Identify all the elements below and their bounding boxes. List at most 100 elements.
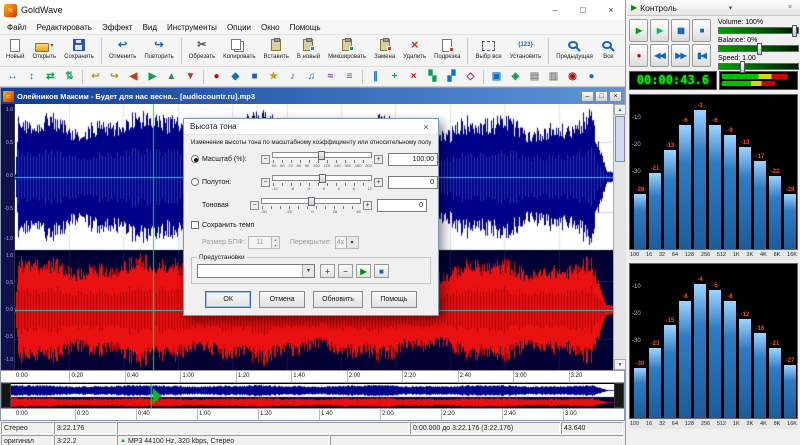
- volume-slider[interactable]: [718, 27, 799, 34]
- fast-forward-button[interactable]: ▶▶: [671, 44, 690, 67]
- tool-set-marker[interactable]: {123}Установить: [506, 36, 546, 66]
- minimize-button[interactable]: –: [541, 0, 569, 20]
- overview-timeline[interactable]: 0:000:200:401:001:201:402:002:202:403:00: [1, 408, 624, 420]
- preset-caret-icon[interactable]: ▾: [302, 265, 314, 277]
- effect-redo-zoom[interactable]: ↪: [106, 69, 123, 85]
- scale-slider[interactable]: 5060708090100120140160180200: [272, 151, 372, 168]
- effect-doppler[interactable]: ◆: [227, 69, 244, 85]
- scale-value-field[interactable]: 100.00: [388, 153, 438, 166]
- overview-left-handle[interactable]: [1, 383, 11, 408]
- scroll-up-icon[interactable]: ▲: [614, 104, 626, 115]
- update-button[interactable]: Обновить: [313, 291, 363, 308]
- wave-maximize-button[interactable]: □: [595, 91, 608, 102]
- effect-fade-out[interactable]: ▼: [182, 69, 199, 85]
- effect-fade-in[interactable]: ▲: [163, 69, 180, 85]
- tool-select-all[interactable]: Выбр все: [471, 36, 505, 66]
- vertical-scrollbar[interactable]: ▲ ▼: [613, 104, 626, 370]
- menu-item[interactable]: Инструменты: [162, 20, 222, 35]
- menu-item[interactable]: Вид: [138, 20, 162, 35]
- play-button[interactable]: ▶: [629, 19, 648, 42]
- tool-paste-new[interactable]: В новый: [293, 36, 324, 66]
- timeline-ruler[interactable]: 0:000:200:401:001:201:402:002:202:403:00…: [1, 370, 624, 382]
- help-button[interactable]: Помощь: [371, 291, 417, 308]
- overview-waveform[interactable]: [11, 384, 614, 408]
- scale-plus-button[interactable]: +: [374, 155, 383, 164]
- overlap-select[interactable]: 4x ▾: [335, 236, 359, 249]
- maximize-button[interactable]: □: [569, 0, 597, 20]
- effect-undo-zoom[interactable]: ↩: [87, 69, 104, 85]
- wave-close-button[interactable]: ×: [609, 91, 622, 102]
- overview-right-handle[interactable]: [614, 383, 624, 408]
- play-selection-button[interactable]: ▶: [650, 19, 669, 42]
- tool-new[interactable]: Новый: [2, 36, 29, 66]
- menu-item[interactable]: Редактировать: [32, 20, 97, 35]
- panel-close-icon[interactable]: ×: [784, 4, 796, 11]
- tool-replace[interactable]: Замена: [370, 36, 399, 66]
- balance-slider[interactable]: [718, 45, 799, 52]
- semitone-plus-button[interactable]: +: [374, 178, 383, 187]
- effect-exchange[interactable]: ⇄: [42, 69, 59, 85]
- fine-plus-button[interactable]: +: [363, 201, 372, 210]
- semitone-minus-button[interactable]: −: [261, 178, 270, 187]
- panel-caret-icon[interactable]: ▾: [725, 4, 737, 12]
- add-preset-button[interactable]: +: [320, 264, 335, 278]
- tool-save[interactable]: Сохранить: [60, 36, 98, 66]
- tool-cut[interactable]: ✂Обрезать: [185, 36, 219, 66]
- spin-down-icon[interactable]: ▾: [272, 243, 279, 249]
- effect-diamond[interactable]: ◇: [462, 69, 479, 85]
- tool-copy[interactable]: Копировать: [219, 36, 259, 66]
- effect-reverse[interactable]: ◀: [125, 69, 142, 85]
- effect-flanger[interactable]: ≈: [322, 69, 339, 85]
- effect-shape-b[interactable]: ▞: [443, 69, 460, 85]
- effect-favorite[interactable]: ★: [265, 69, 282, 85]
- balance-slider-thumb[interactable]: [757, 43, 762, 55]
- speed-slider-thumb[interactable]: [740, 61, 745, 73]
- tool-paste[interactable]: Вставить: [259, 36, 292, 66]
- fine-tune-slider[interactable]: -50-2502550: [261, 197, 361, 214]
- tool-zoom-previous[interactable]: Предыдущая: [552, 36, 597, 66]
- effect-forward[interactable]: ▶: [144, 69, 161, 85]
- tool-delete[interactable]: ×Удалить: [399, 36, 430, 66]
- dialog-close-button[interactable]: ×: [414, 119, 438, 135]
- effect-dot-blue[interactable]: ●: [583, 69, 600, 85]
- close-button[interactable]: ×: [597, 0, 625, 20]
- volume-slider-thumb[interactable]: [792, 25, 797, 37]
- effect-cols[interactable]: ▥: [545, 69, 562, 85]
- preserve-tempo-checkbox[interactable]: [191, 221, 199, 229]
- effect-box-target[interactable]: ▣: [488, 69, 505, 85]
- scale-minus-button[interactable]: −: [261, 155, 270, 164]
- effect-pan[interactable]: ∥: [367, 69, 384, 85]
- pause-button[interactable]: ▮▮: [671, 19, 690, 42]
- tool-redo[interactable]: ↪Повторить: [140, 36, 177, 66]
- effect-mechanize[interactable]: ♫: [303, 69, 320, 85]
- scrollbar-thumb[interactable]: [615, 116, 625, 162]
- stop-preview-button[interactable]: ■: [374, 264, 389, 278]
- fft-size-field[interactable]: 11: [248, 236, 272, 249]
- menu-item[interactable]: Эффект: [97, 20, 138, 35]
- record-button[interactable]: ●: [629, 44, 648, 67]
- delete-preset-button[interactable]: −: [338, 264, 353, 278]
- effect-gem[interactable]: ◈: [507, 69, 524, 85]
- effect-amplify[interactable]: ↕: [23, 69, 40, 85]
- fine-minus-button[interactable]: −: [250, 201, 259, 210]
- ok-button[interactable]: ОК: [205, 291, 251, 308]
- effect-filter[interactable]: ≡: [341, 69, 358, 85]
- wave-minimize-button[interactable]: –: [581, 91, 594, 102]
- fft-spinner[interactable]: ▴ ▾: [272, 236, 280, 249]
- semitone-slider[interactable]: -12-8-404812: [272, 174, 372, 191]
- preview-preset-button[interactable]: ▶: [356, 264, 371, 278]
- speed-slider[interactable]: [718, 63, 799, 70]
- semitone-radio[interactable]: [191, 178, 199, 186]
- fine-value-field[interactable]: 0: [377, 199, 427, 212]
- menu-item[interactable]: Помощь: [285, 20, 326, 35]
- effect-offset[interactable]: ●: [208, 69, 225, 85]
- effect-swap[interactable]: ⇅: [61, 69, 78, 85]
- scale-radio[interactable]: [191, 155, 199, 163]
- tool-zoom-all[interactable]: Все: [597, 36, 620, 66]
- effect-shape-a[interactable]: ▚: [424, 69, 441, 85]
- effect-silence[interactable]: ■: [246, 69, 263, 85]
- menu-item[interactable]: Окно: [256, 20, 285, 35]
- effect-remove-fx[interactable]: ×: [405, 69, 422, 85]
- effect-pitch[interactable]: ♪: [284, 69, 301, 85]
- effect-fisheye[interactable]: ◉: [564, 69, 581, 85]
